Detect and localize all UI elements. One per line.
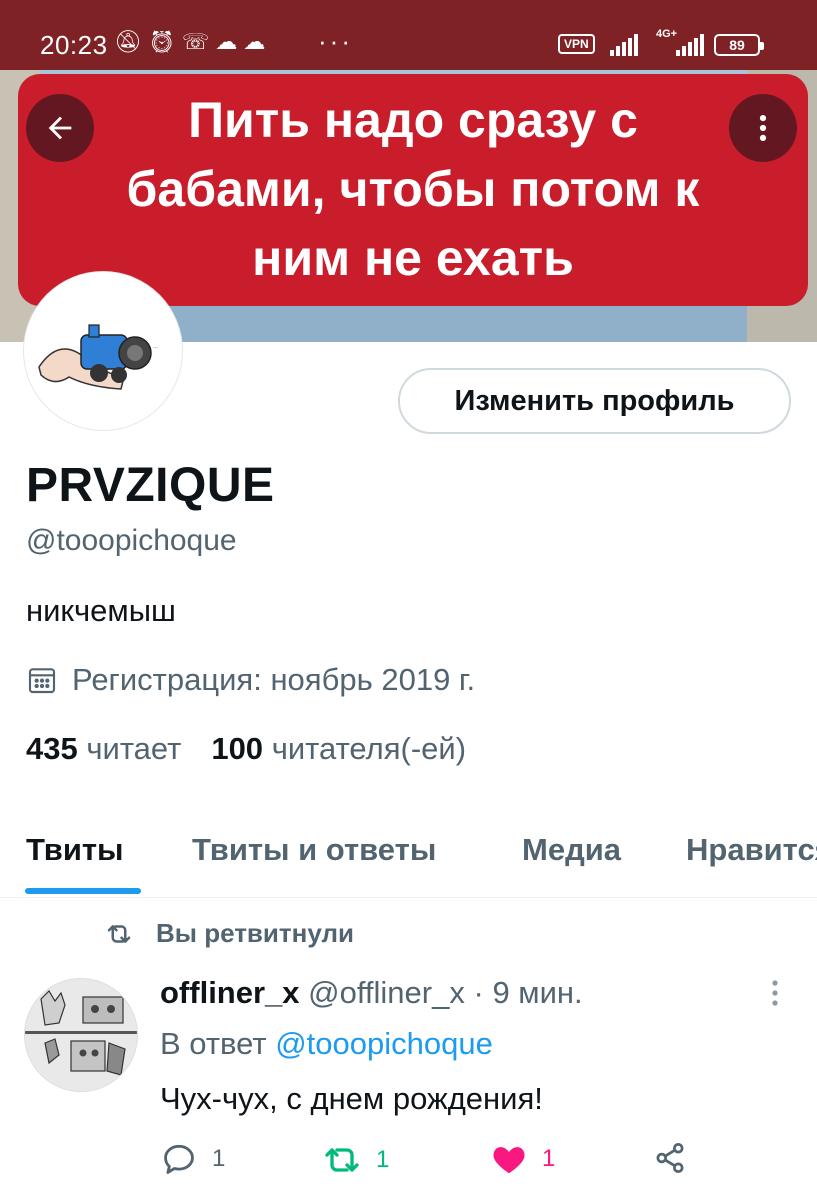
tweet-separator: ·	[473, 975, 484, 1010]
tweet-author-name[interactable]: offliner_x	[160, 975, 300, 1010]
back-button[interactable]	[26, 94, 94, 162]
tweet-actions: 1 1 1	[160, 1140, 700, 1184]
like-button[interactable]: 1	[490, 1140, 555, 1178]
more-options-button[interactable]	[729, 94, 797, 162]
tweet-text: Чух-чух, с днем рождения!	[160, 1081, 543, 1116]
tweet-time[interactable]: 9 мин.	[492, 975, 582, 1010]
follow-stats: 435 читает 100 читателя(-ей)	[26, 731, 466, 767]
tab-tweets-and-replies[interactable]: Твиты и ответы	[192, 832, 436, 868]
tab-likes[interactable]: Нравится	[686, 832, 817, 868]
active-tab-indicator	[25, 888, 141, 894]
reply-icon	[164, 1144, 194, 1174]
cloud-icon: ☁	[215, 30, 244, 55]
vpn-icon: VPN	[558, 34, 595, 54]
following-count: 435	[26, 731, 78, 766]
profile-name: PRVZIQUE	[26, 459, 275, 512]
calendar-icon	[28, 668, 56, 694]
heart-icon	[493, 1147, 525, 1174]
banner-caption: Пить надо сразу с бабами, чтобы потом к …	[126, 92, 700, 286]
reply-mention-link[interactable]: @tooopichoque	[275, 1026, 493, 1061]
reply-count: 1	[212, 1145, 226, 1172]
status-bar: 20:23 🔕︎⏰︎☏☁☁ ··· VPN 4G+ 89	[0, 0, 817, 70]
more-notifications-icon: ···	[318, 26, 353, 56]
status-time: 20:23	[40, 30, 108, 60]
followers-label: читателя(-ей)	[271, 731, 467, 766]
avatar-drawing: ···	[29, 277, 177, 425]
retweet-button[interactable]: 1	[322, 1140, 389, 1180]
profile-tabs: Твиты Твиты и ответы Медиа Нравится	[0, 820, 817, 898]
retweet-icon	[107, 924, 131, 943]
reply-prefix: В ответ	[160, 1026, 267, 1061]
alarm-icon: ⏰︎	[147, 30, 182, 55]
tweet-author-avatar[interactable]	[24, 978, 138, 1092]
tweet-author-handle[interactable]: @offliner_x	[308, 975, 465, 1010]
mute-icon: 🔕︎	[114, 30, 148, 55]
share-icon	[656, 1143, 684, 1173]
retweet-context: Вы ретвитнули	[104, 918, 354, 949]
following-link[interactable]: 435 читает	[26, 731, 181, 766]
edit-profile-button[interactable]: Изменить профиль	[398, 368, 791, 434]
following-label: читает	[86, 731, 182, 766]
retweet-icon	[325, 1148, 359, 1172]
network-type: 4G+	[656, 28, 678, 40]
vertical-dots-icon	[759, 114, 767, 142]
cloud-sync-icon: ☁	[243, 30, 272, 55]
reply-button[interactable]: 1	[160, 1140, 225, 1178]
followers-link[interactable]: 100 читателя(-ей)	[211, 731, 466, 766]
registration-text: Регистрация: ноябрь 2019 г.	[72, 662, 476, 697]
profile-bio: никчемыш	[26, 593, 176, 628]
reply-context: В ответ @tooopichoque	[160, 1026, 493, 1062]
profile-handle: @tooopichoque	[26, 524, 237, 557]
retweet-label: Вы ретвитнули	[156, 918, 354, 948]
signal-icon-2	[676, 34, 704, 56]
missed-call-icon: ☏	[181, 30, 216, 55]
arrow-left-icon	[48, 116, 72, 140]
registration-date: Регистрация: ноябрь 2019 г.	[26, 662, 475, 698]
profile-avatar[interactable]: ···	[24, 272, 182, 430]
tab-tweets[interactable]: Твиты	[26, 832, 124, 868]
tweet-header: offliner_x @offliner_x · 9 мин.	[160, 975, 583, 1011]
battery-icon: 89	[714, 34, 764, 56]
share-button[interactable]	[652, 1140, 688, 1176]
tweet-more-button[interactable]	[765, 975, 785, 1015]
tab-media[interactable]: Медиа	[522, 832, 621, 868]
followers-count: 100	[211, 731, 264, 766]
vertical-dots-icon	[772, 980, 778, 1006]
comic-avatar-image	[25, 979, 137, 1091]
retweet-count: 1	[376, 1146, 390, 1173]
notification-icons: 🔕︎⏰︎☏☁☁	[114, 30, 271, 55]
like-count: 1	[542, 1145, 556, 1172]
svg-text:···: ···	[153, 345, 158, 351]
signal-icon	[610, 34, 638, 56]
